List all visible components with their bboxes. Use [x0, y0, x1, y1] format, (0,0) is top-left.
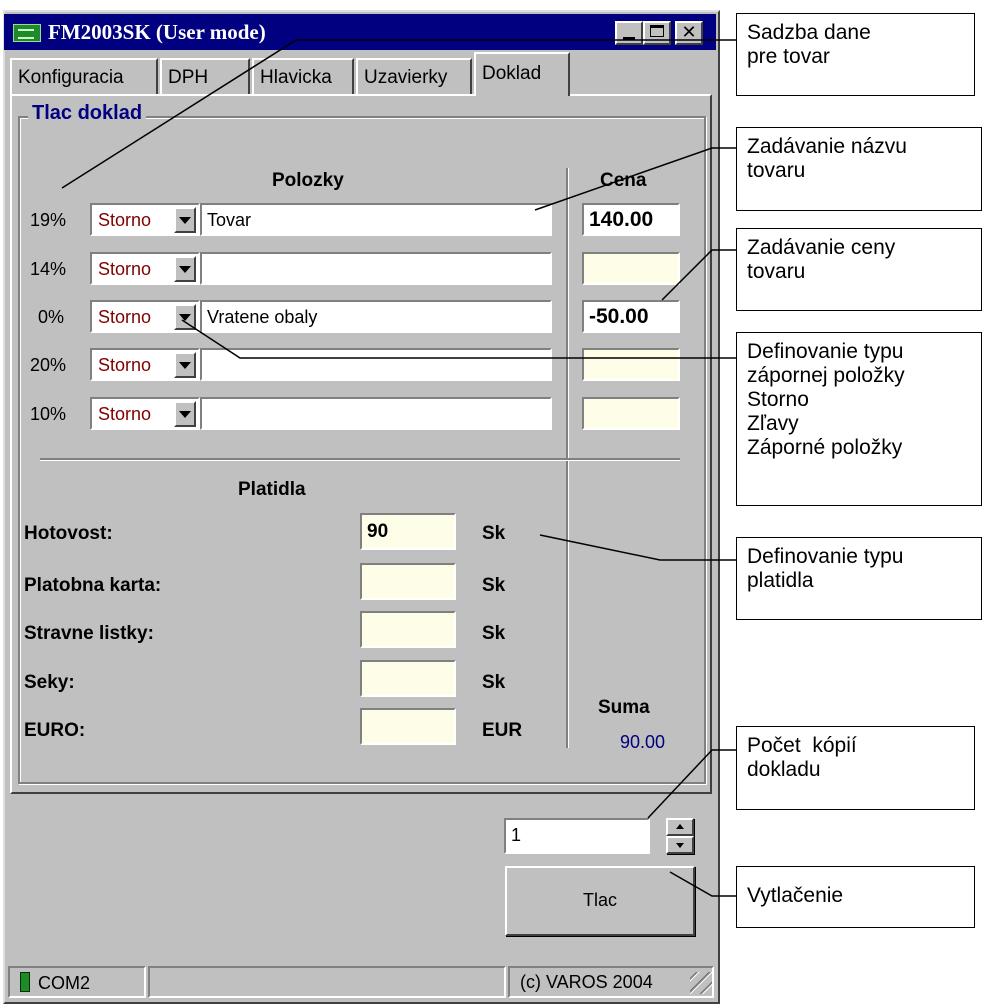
callout-line: zápornej položky — [747, 364, 905, 387]
callout-line: Sadzba dane — [747, 21, 871, 44]
callout-line: Záporné položky — [747, 436, 903, 459]
tab-doklad[interactable]: Doklad — [474, 52, 570, 96]
callout-line: Zadávanie názvu — [747, 135, 907, 158]
tab-label: Doklad — [482, 63, 542, 84]
callout-line: pre tovar — [747, 45, 830, 68]
callout-line: Definovanie typu — [747, 545, 904, 568]
leader-line-negative-type — [181, 319, 736, 359]
leader-line-copies — [647, 749, 736, 819]
leader-line-tax-rate — [61, 39, 736, 189]
callout-tax-rate: Sadzba dane pre tovar — [736, 13, 975, 96]
callout-print: Vytlačenie — [736, 866, 975, 928]
callout-line: tovaru — [747, 159, 806, 182]
callout-line: Zľavy — [747, 412, 799, 435]
callout-payment-type: Definovanie typu platidla — [736, 537, 982, 620]
callout-copies: Počet kópií dokladu — [736, 726, 975, 810]
callout-line: Definovanie typu — [747, 340, 904, 363]
callout-line: platidla — [747, 569, 814, 592]
leader-line-item-name — [534, 147, 736, 211]
leader-line-print — [669, 871, 736, 897]
callout-item-price: Zadávanie ceny tovaru — [736, 228, 982, 311]
callout-line: Počet kópií — [747, 734, 857, 757]
callout-item-name: Zadávanie názvu tovaru — [736, 127, 982, 211]
leader-line-payment-type — [539, 534, 736, 561]
callout-line: Zadávanie ceny — [747, 236, 896, 259]
callout-line: tovaru — [747, 260, 806, 283]
callout-line: dokladu — [747, 758, 821, 781]
callout-line: Vytlačenie — [747, 884, 844, 907]
callout-negative-type: Definovanie typu zápornej položky Storno… — [736, 332, 982, 506]
callout-line: Storno — [747, 388, 809, 411]
leader-line-item-price — [661, 249, 736, 301]
